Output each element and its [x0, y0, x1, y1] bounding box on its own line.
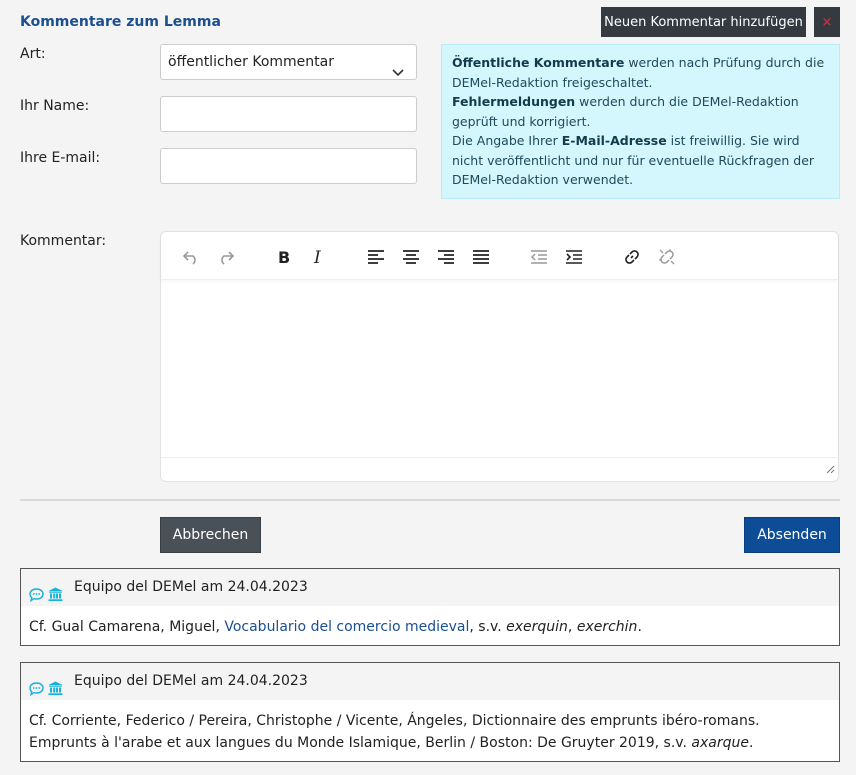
svg-text:B: B — [278, 249, 290, 265]
add-comment-button[interactable]: Neuen Kommentar hinzufügen — [601, 7, 806, 37]
comment-header: Equipo del DEMel am 24.04.2023 — [21, 569, 839, 606]
lemma-variant: exerchin — [576, 619, 638, 635]
comment-label: Kommentar: — [20, 233, 107, 249]
bold-icon[interactable]: B — [274, 247, 294, 267]
align-center-icon[interactable] — [401, 247, 421, 267]
comment-text: Cf. Corriente, Federico / Pereira, Chris… — [29, 713, 760, 751]
resize-handle-icon[interactable] — [825, 462, 835, 478]
align-justify-icon[interactable] — [471, 247, 491, 267]
svg-text:I: I — [313, 249, 321, 265]
art-select[interactable]: öffentlicher Kommentar — [160, 44, 417, 80]
comment-text: , s.v. — [469, 619, 507, 635]
email-input[interactable] — [160, 148, 417, 184]
lemma-variant: axarque — [691, 735, 749, 751]
divider — [20, 499, 840, 501]
name-label: Ihr Name: — [20, 98, 90, 114]
align-left-icon[interactable] — [366, 247, 386, 267]
comment-icon — [29, 580, 44, 617]
comment-text: Cf. Gual Camarena, Miguel, — [29, 619, 225, 635]
info-box: Öffentliche Kommentare werden nach Prüfu… — [441, 44, 840, 199]
unlink-icon[interactable] — [657, 247, 677, 267]
submit-button[interactable]: Absenden — [744, 517, 840, 553]
comment-card: Equipo del DEMel am 24.04.2023 Cf. Corri… — [20, 662, 840, 762]
redo-icon[interactable] — [216, 247, 236, 267]
info-public-comments: Öffentliche Kommentare — [452, 55, 625, 70]
email-label: Ihre E-mail: — [20, 150, 101, 166]
lemma-variant: exerquin — [506, 619, 568, 635]
comment-text: , — [567, 619, 577, 635]
chevron-down-icon — [392, 56, 404, 90]
indent-icon[interactable] — [564, 247, 584, 267]
comment-icon — [29, 674, 44, 711]
reference-link[interactable]: Vocabulario del comercio medieval — [224, 619, 469, 635]
comment-header: Equipo del DEMel am 24.04.2023 — [21, 663, 839, 700]
comment-body: Cf. Gual Camarena, Miguel, Vocabulario d… — [21, 606, 839, 648]
italic-icon[interactable]: I — [308, 247, 328, 267]
cancel-button[interactable]: Abbrechen — [160, 517, 261, 553]
rich-text-editor: B I — [160, 231, 839, 482]
comment-text: . — [748, 735, 754, 751]
editor-toolbar: B I — [161, 232, 838, 280]
institution-icon — [48, 674, 63, 711]
art-select-value: öffentlicher Kommentar — [168, 54, 334, 70]
link-icon[interactable] — [622, 247, 642, 267]
align-right-icon[interactable] — [436, 247, 456, 267]
comment-author: Equipo del DEMel am 24.04.2023 — [74, 579, 308, 595]
close-button[interactable]: × — [814, 7, 840, 37]
info-email-address: E-Mail-Adresse — [561, 133, 667, 148]
comment-card: Equipo del DEMel am 24.04.2023 Cf. Gual … — [20, 568, 840, 646]
institution-icon — [48, 580, 63, 617]
comment-author: Equipo del DEMel am 24.04.2023 — [74, 673, 308, 689]
info-error-reports: Fehlermeldungen — [452, 94, 576, 109]
info-line3-pre: Die Angabe Ihrer — [452, 133, 562, 148]
comment-text: . — [637, 619, 642, 635]
section-title: Kommentare zum Lemma — [20, 14, 221, 30]
undo-icon[interactable] — [181, 247, 201, 267]
art-label: Art: — [20, 46, 46, 62]
editor-content-area[interactable] — [161, 281, 838, 459]
comment-body: Cf. Corriente, Federico / Pereira, Chris… — [21, 700, 839, 764]
editor-statusbar — [161, 457, 838, 481]
outdent-icon[interactable] — [529, 247, 549, 267]
name-input[interactable] — [160, 96, 417, 132]
